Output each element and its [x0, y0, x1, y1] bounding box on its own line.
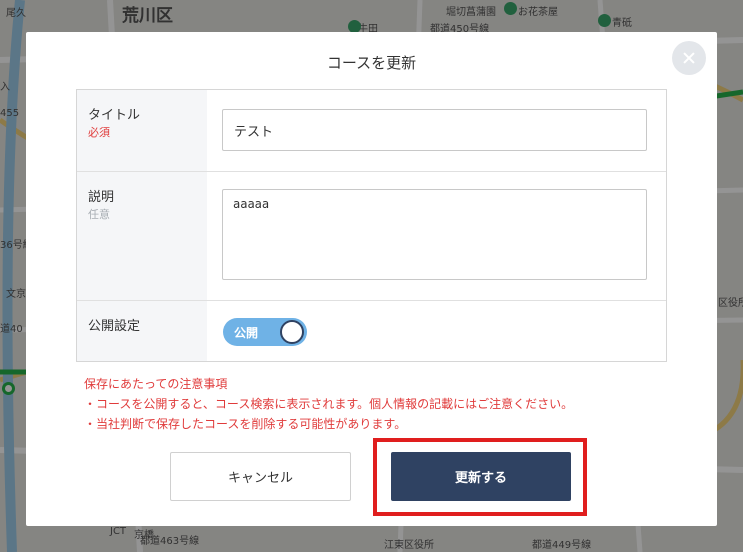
cancel-button[interactable]: キャンセル: [170, 452, 351, 501]
visibility-label: 公開設定: [88, 319, 141, 334]
toggle-state-label: 公開: [234, 326, 259, 340]
title-label: タイトル: [88, 108, 141, 123]
notice-line: ・当社判断で保存したコースを削除する可能性があります。: [84, 417, 407, 431]
close-icon[interactable]: [672, 41, 706, 75]
form-row-description: 説明 任意 aaaaa: [77, 172, 666, 301]
course-form: タイトル 必須 説明 任意 aaaaa 公開設定 公開: [76, 89, 667, 362]
form-row-visibility: 公開設定 公開: [77, 301, 666, 361]
highlight-box: [373, 438, 587, 516]
notice-heading: 保存にあたっての注意事項: [84, 377, 228, 391]
label-cell: 説明 任意: [77, 172, 207, 300]
description-textarea[interactable]: aaaaa: [222, 189, 647, 280]
form-row-title: タイトル 必須: [77, 90, 666, 172]
update-course-modal: コースを更新 タイトル 必須 説明 任意 aaaaa 公開設定 公開: [26, 32, 717, 526]
toggle-knob: [280, 320, 304, 344]
visibility-toggle[interactable]: 公開: [223, 318, 307, 346]
notice-line: ・コースを公開すると、コース検索に表示されます。個人情報の記載にはご注意ください…: [84, 397, 574, 411]
modal-title: コースを更新: [326, 54, 417, 72]
save-notice: 保存にあたっての注意事項 ・コースを公開すると、コース検索に表示されます。個人情…: [84, 374, 573, 434]
required-badge: 必須: [88, 126, 110, 139]
title-input[interactable]: [222, 109, 647, 151]
description-label: 説明: [88, 190, 115, 205]
label-cell: タイトル 必須: [77, 90, 207, 171]
label-cell: 公開設定: [77, 301, 207, 361]
optional-badge: 任意: [88, 208, 110, 221]
